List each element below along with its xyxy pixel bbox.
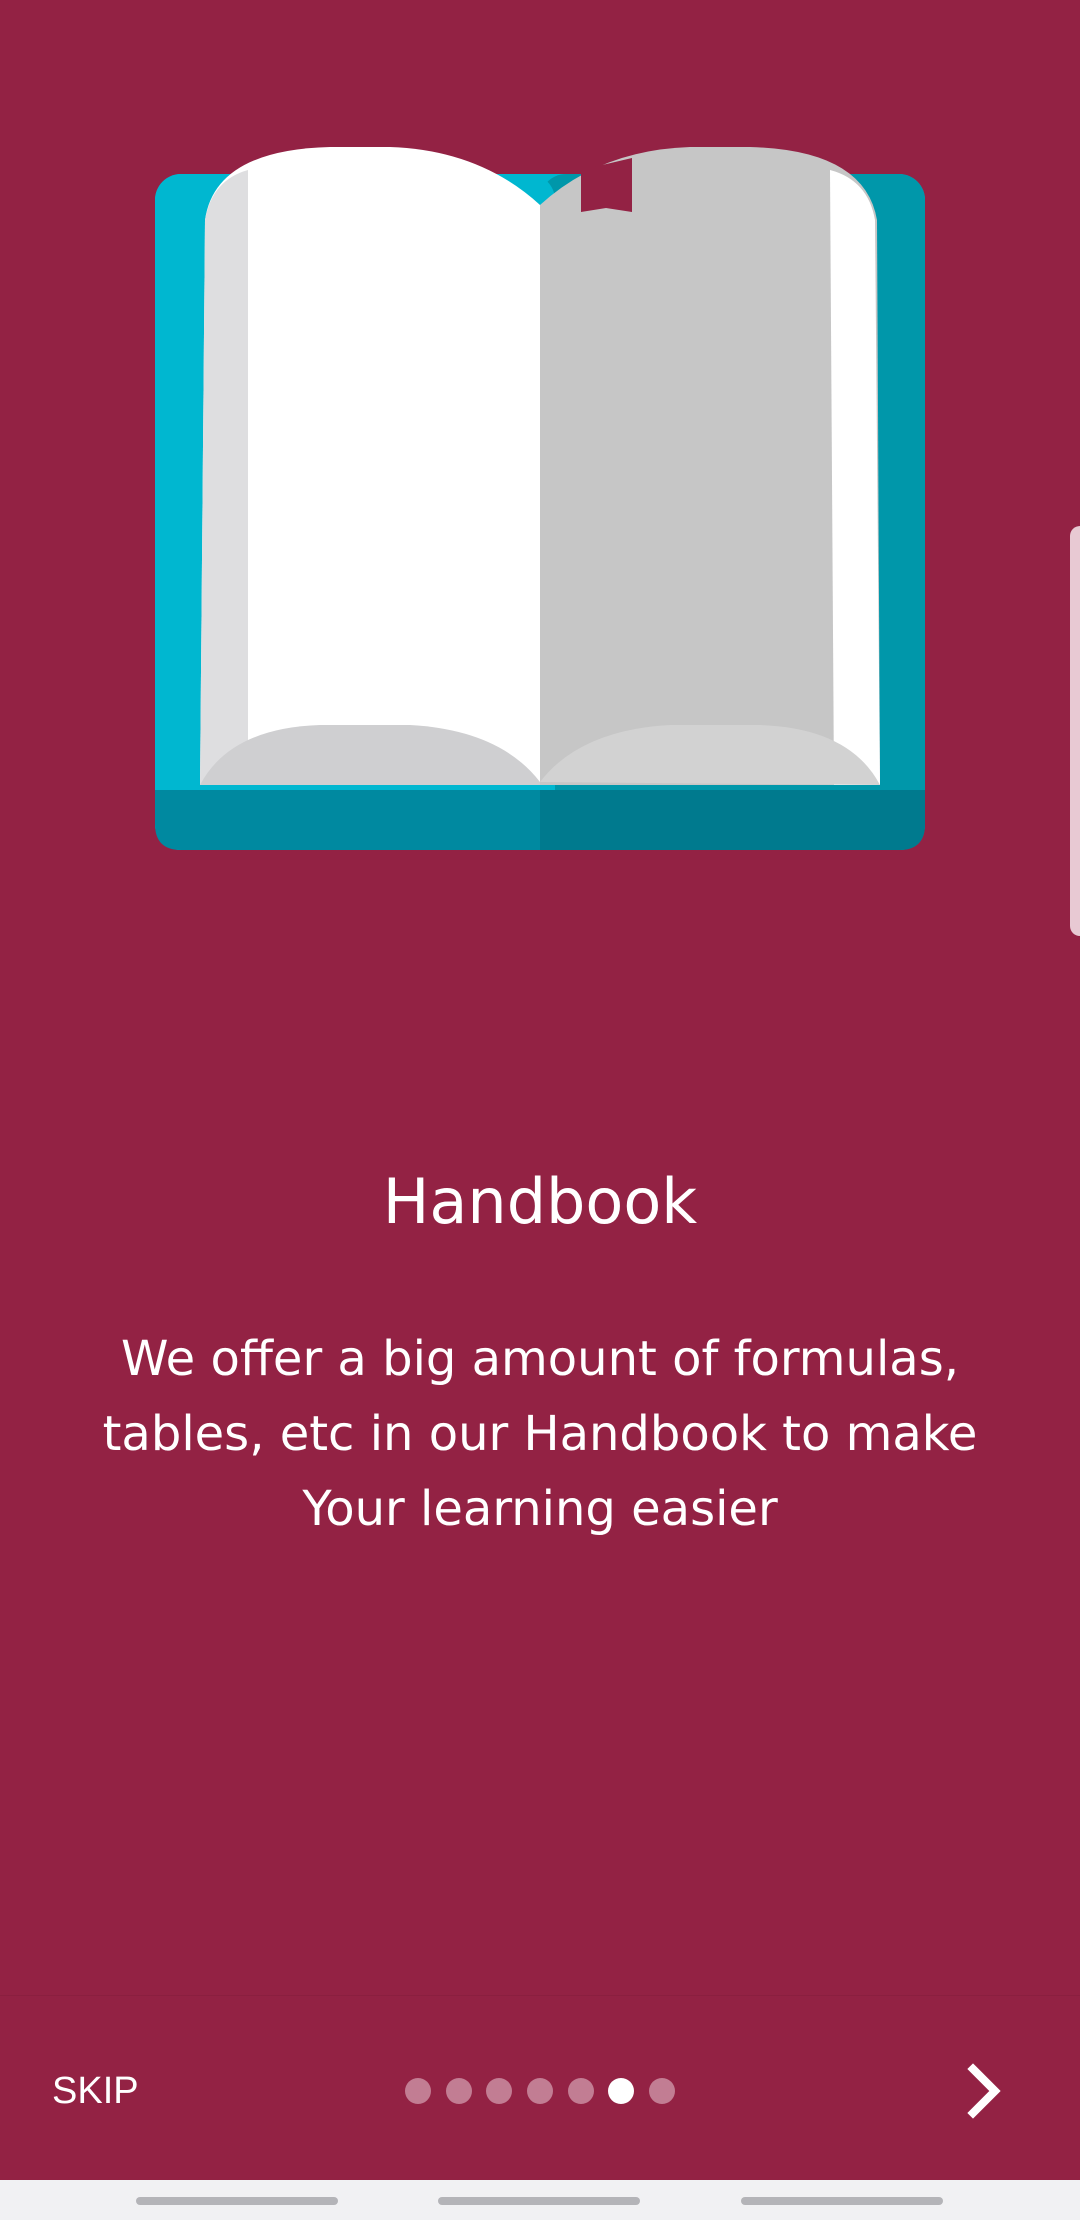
chevron-right-icon: [967, 2063, 1001, 2119]
system-gesture-bar: [0, 2180, 1080, 2220]
onboarding-navigation-bar: SKIP: [0, 1995, 1080, 2181]
page-dot[interactable]: [445, 2078, 472, 2104]
page-title: Handbook: [382, 1165, 698, 1238]
home-pill[interactable]: [438, 2197, 640, 2205]
page-dot[interactable]: [648, 2078, 675, 2104]
back-pill[interactable]: [741, 2197, 943, 2205]
page-dot[interactable]: [405, 2078, 431, 2104]
page-dot[interactable]: [486, 2078, 513, 2104]
page-description: We offer a big amount of formulas, table…: [102, 1331, 978, 1537]
recent-apps-pill[interactable]: [136, 2197, 338, 2205]
page-dot[interactable]: [567, 2078, 594, 2104]
page-dot[interactable]: [526, 2078, 553, 2104]
edge-panel-handle[interactable]: [1070, 526, 1080, 936]
next-button[interactable]: [945, 2051, 1025, 2131]
page-indicator: [405, 2077, 675, 2105]
onboarding-screen: Handbook We offer a big amount of formul…: [0, 0, 1080, 2220]
page-dot-active[interactable]: [608, 2078, 635, 2104]
skip-button[interactable]: SKIP: [30, 2056, 161, 2126]
open-book-illustration: [155, 147, 925, 850]
